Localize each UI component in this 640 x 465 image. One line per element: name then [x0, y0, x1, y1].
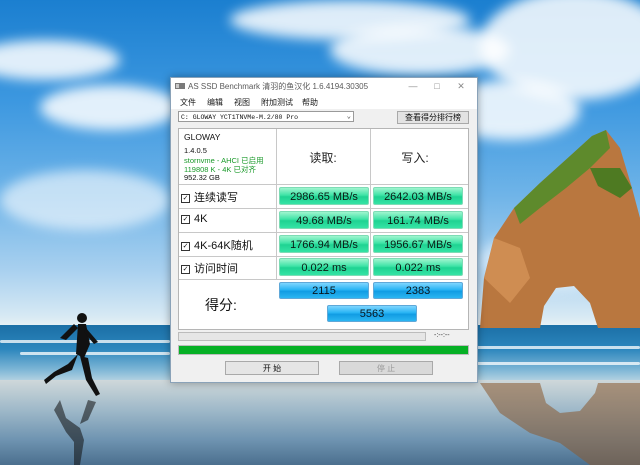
menu-file[interactable]: 文件: [180, 97, 196, 108]
row-seq[interactable]: ✓ 连续读写: [181, 189, 238, 205]
drive-brand: GLOWAY: [184, 132, 221, 142]
grid-divider: [179, 208, 468, 209]
grid-divider: [179, 184, 468, 185]
menu-extra-tests[interactable]: 附加测试: [261, 97, 293, 108]
window-title: AS SSD Benchmark 清羽的鱼汉化 1.6.4194.30305: [188, 82, 369, 91]
sub-progress-bar: [178, 332, 426, 341]
row-label-text: 连续读写: [194, 192, 238, 204]
main-progress-bar: [178, 345, 469, 355]
rock-reflection: [480, 383, 640, 465]
row-4k-64[interactable]: ✓ 4K-64K随机: [181, 237, 253, 253]
menu-help[interactable]: 帮助: [302, 97, 318, 108]
menu-view[interactable]: 视图: [234, 97, 250, 108]
title-bar[interactable]: AS SSD Benchmark 清羽的鱼汉化 1.6.4194.30305 —…: [171, 78, 477, 95]
stop-button[interactable]: 停 止: [339, 361, 433, 375]
4k-write-result: 161.74 MB/s: [373, 211, 463, 229]
grid-divider: [179, 279, 468, 280]
start-button[interactable]: 开 始: [225, 361, 319, 375]
checkbox-icon[interactable]: ✓: [181, 194, 190, 203]
menu-bar: 文件 编辑 视图 附加测试 帮助: [171, 95, 477, 109]
drive-firmware: 1.4.0.5: [184, 146, 207, 155]
chevron-down-icon: ⌄: [346, 113, 351, 121]
rock-arch: [480, 130, 640, 328]
write-column-header: 写入:: [401, 151, 429, 165]
seq-read-result: 2986.65 MB/s: [279, 187, 369, 205]
checkbox-icon[interactable]: ✓: [181, 242, 190, 251]
read-column-header: 读取:: [309, 151, 337, 165]
row-access-time[interactable]: ✓ 访问时间: [181, 260, 238, 276]
score-label: 得分:: [205, 297, 237, 313]
wave-foam: [476, 346, 640, 349]
as-ssd-window: AS SSD Benchmark 清羽的鱼汉化 1.6.4194.30305 —…: [170, 77, 478, 383]
cloud: [40, 85, 180, 130]
cloud: [0, 40, 120, 80]
grid-divider: [179, 232, 468, 233]
cloud: [0, 170, 170, 230]
drive-select-value: C: GLOWAY YCT1TNVMe-M.2/80 Pro: [181, 114, 299, 121]
row-label-text: 4K: [194, 213, 208, 225]
row-label-text: 访问时间: [194, 263, 238, 275]
view-ranking-button[interactable]: 查看得分排行榜: [397, 111, 469, 124]
wave-foam: [476, 362, 640, 365]
main-progress-fill: [179, 346, 468, 354]
row-label-text: 4K-64K随机: [194, 240, 253, 252]
checkbox-icon[interactable]: ✓: [181, 265, 190, 274]
close-button[interactable]: ✕: [449, 78, 473, 95]
row-4k[interactable]: ✓ 4K: [181, 213, 207, 225]
runner-reflection: [54, 400, 96, 465]
elapsed-time: -:--:--: [434, 332, 450, 339]
total-score: 5563: [327, 305, 417, 322]
drive-select[interactable]: C: GLOWAY YCT1TNVMe-M.2/80 Pro ⌄: [178, 111, 354, 122]
results-grid: GLOWAY 1.4.0.5 stornvme - AHCI 已启用 11980…: [178, 128, 469, 330]
runner-silhouette: [44, 313, 100, 396]
4k-read-result: 49.68 MB/s: [279, 211, 369, 229]
menu-edit[interactable]: 编辑: [207, 97, 223, 108]
write-score: 2383: [373, 282, 463, 299]
checkbox-icon[interactable]: ✓: [181, 215, 190, 224]
drive-capacity: 952.32 GB: [184, 173, 220, 182]
4k64-read-result: 1766.94 MB/s: [279, 235, 369, 253]
app-icon: [175, 83, 185, 89]
access-read-result: 0.022 ms: [279, 258, 369, 276]
access-write-result: 0.022 ms: [373, 258, 463, 276]
minimize-button[interactable]: —: [401, 78, 425, 95]
maximize-button[interactable]: □: [425, 78, 449, 95]
read-score: 2115: [279, 282, 369, 299]
grid-divider: [179, 256, 468, 257]
seq-write-result: 2642.03 MB/s: [373, 187, 463, 205]
4k64-write-result: 1956.67 MB/s: [373, 235, 463, 253]
